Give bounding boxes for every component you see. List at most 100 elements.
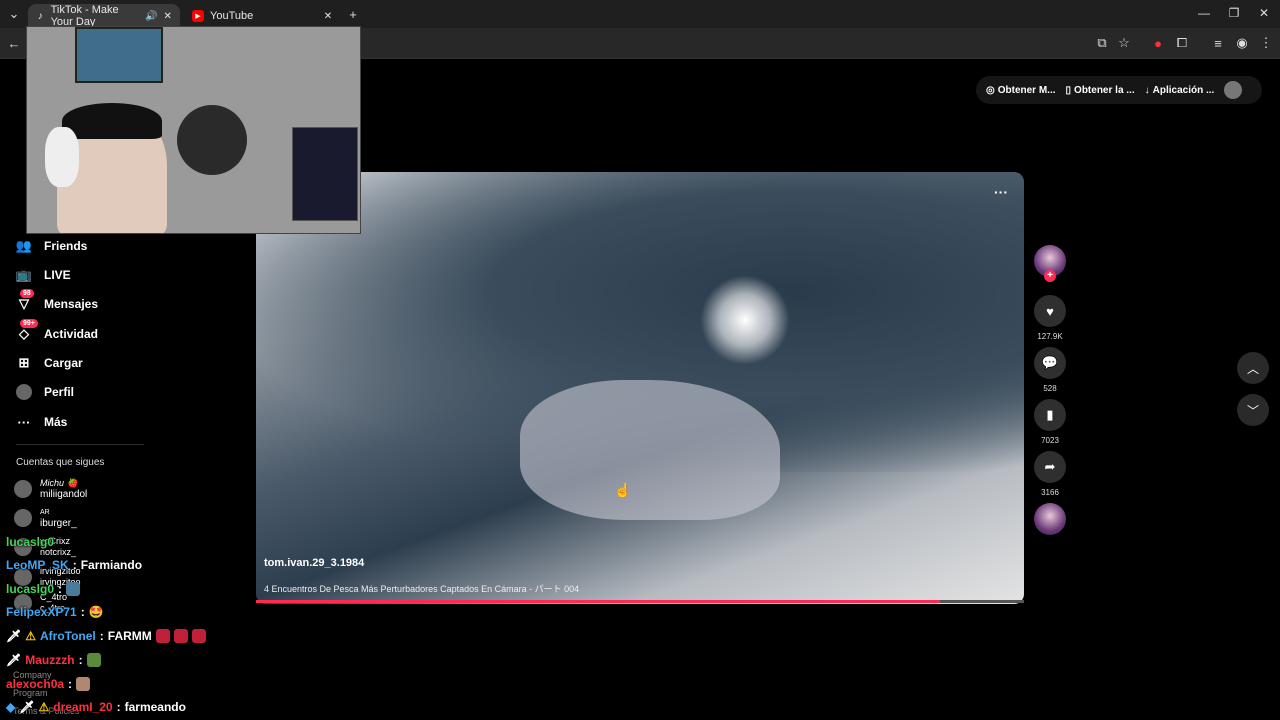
desktop-app-label: Aplicación ... (1152, 84, 1215, 96)
chat-separator: : (72, 558, 77, 572)
sidebar-item-activity[interactable]: ◇ 99+ Actividad (16, 319, 99, 344)
account-display-name: AR (40, 509, 50, 516)
tab-search-chevron-icon[interactable]: ⌄ (6, 6, 22, 22)
close-window-button[interactable]: ✕ (1256, 6, 1272, 20)
chat-separator: : (116, 700, 121, 714)
more-icon: ··· (17, 414, 31, 430)
comment-button[interactable]: 💬 (1034, 347, 1066, 379)
close-tab-icon[interactable]: ✕ (163, 10, 172, 22)
chat-separator: : (58, 582, 63, 596)
upload-icon: ⊞ (18, 355, 30, 370)
chat-username: FelipexXP71 (6, 605, 77, 619)
account-handle: miliigandol (40, 489, 88, 500)
chat-emote-icon (86, 653, 101, 667)
video-more-options-icon[interactable]: ··· (994, 184, 1008, 200)
profile-avatar-icon[interactable]: ◉ (1234, 35, 1250, 51)
profile-icon (16, 384, 32, 400)
comment-count: 528 (1043, 384, 1057, 393)
webcam-pc-case (292, 127, 358, 221)
browser-menu-icon[interactable]: ⋮ (1258, 35, 1274, 51)
messages-badge: 98 (20, 289, 34, 298)
following-account[interactable]: AR iburger_ (14, 507, 77, 529)
webcam-fan (177, 105, 247, 175)
chat-username: LeoMP_SK (6, 558, 69, 572)
follow-plus-icon[interactable]: + (1044, 270, 1056, 282)
account-display-name: Michu 🍓 (40, 478, 78, 488)
comment-icon: 💬 (1041, 355, 1059, 370)
share-count: 3166 (1041, 488, 1059, 497)
install-app-icon[interactable]: ⧉ (1094, 35, 1110, 51)
chat-emote-icon (76, 677, 91, 691)
sidebar-item-label: Perfil (44, 385, 75, 399)
close-tab-icon[interactable]: ✕ (322, 10, 334, 22)
audio-playing-icon[interactable]: 🔊 (145, 10, 157, 22)
chat-username: lucaslg0 (6, 582, 55, 596)
chat-username: dreamI_20 (53, 700, 113, 714)
sidebar-divider (16, 444, 144, 445)
chat-message: LeoMP_SK : Farmiando (6, 558, 142, 572)
sidebar-item-profile[interactable]: Perfil (16, 382, 74, 402)
save-count: 7023 (1041, 436, 1059, 445)
chat-text: farmeando (124, 700, 186, 714)
sound-avatar[interactable] (1034, 503, 1066, 535)
new-tab-icon[interactable]: + (345, 6, 361, 22)
sidebar-item-live[interactable]: 📺 LIVE (16, 265, 71, 285)
chat-text: Farmiando (80, 558, 143, 572)
maximize-button[interactable]: ❐ (1226, 6, 1242, 20)
get-coins-button[interactable]: ◎ Obtener M... (986, 85, 1056, 96)
top-actions-pill: ◎ Obtener M... ▯ Obtener la ... ↓ Aplica… (976, 76, 1262, 104)
desktop-app-button[interactable]: ↓ Aplicación ... (1145, 85, 1215, 96)
user-avatar[interactable] (1224, 81, 1243, 99)
chevron-up-icon: ︿ (1246, 361, 1259, 376)
sidebar-item-upload[interactable]: ⊞ Cargar (16, 353, 83, 373)
tab-youtube[interactable]: ▶ YouTube ✕ (184, 4, 342, 28)
previous-video-button[interactable]: ︿ (1237, 352, 1269, 384)
sword-badge-icon: 🗡 (6, 653, 22, 667)
webcam-tv (75, 27, 163, 83)
bookmark-icon: ▮ (1046, 407, 1054, 422)
like-button[interactable]: ♥ (1034, 295, 1066, 327)
media-controls-icon[interactable]: ≡ (1210, 35, 1226, 51)
extensions-puzzle-icon[interactable]: ⧠ (1174, 35, 1190, 51)
live-icon: 📺 (15, 267, 33, 282)
avatar-image (1224, 81, 1243, 99)
video-progress-fill (256, 600, 940, 603)
following-account[interactable]: Michu 🍓 miliigandol (14, 478, 87, 500)
chat-emote-icon (191, 629, 206, 643)
sidebar-item-more[interactable]: ··· Más (16, 412, 68, 432)
gem-badge-icon: ◆ (6, 700, 16, 714)
share-button[interactable]: ➦ (1034, 451, 1066, 483)
messages-icon: ▽ 98 (16, 289, 34, 312)
chat-username: alexoch0a (6, 677, 65, 691)
sidebar-item-label: Más (44, 415, 68, 429)
video-frame-figure (520, 380, 780, 520)
get-coins-label: Obtener M... (997, 84, 1056, 96)
following-section-title: Cuentas que sigues (16, 457, 105, 468)
chat-separator: : (99, 629, 104, 643)
avatar (14, 480, 32, 498)
video-author[interactable]: tom.ivan.29_3.1984 (264, 557, 364, 569)
sidebar-item-label: Mensajes (44, 297, 99, 311)
sidebar-item-friends[interactable]: 👥 Friends (16, 236, 87, 256)
minimize-button[interactable]: — (1196, 6, 1212, 20)
bookmark-star-icon[interactable]: ☆ (1116, 35, 1132, 51)
next-video-button[interactable]: ﹀ (1237, 394, 1269, 426)
back-icon[interactable]: ← (6, 35, 22, 51)
chat-emote-icon: 🤩 (88, 605, 104, 619)
chat-message: ◆ 🗡 ⚠ dreamI_20 : farmeando (6, 700, 186, 714)
activity-badge: 99+ (20, 319, 38, 328)
sword-badge-icon: 🗡 (19, 700, 35, 714)
get-app-button[interactable]: ▯ Obtener la ... (1066, 85, 1135, 96)
sidebar-item-label: Cargar (44, 356, 83, 370)
like-count: 127.9K (1037, 332, 1063, 341)
chat-emote-icon (155, 629, 170, 643)
sidebar-item-messages[interactable]: ▽ 98 Mensajes (16, 289, 99, 314)
video-description: 4 Encuentros De Pesca Más Perturbadores … (264, 584, 580, 594)
chat-username: Mauzzzh (25, 653, 75, 667)
extension-red-icon[interactable]: ● (1150, 35, 1166, 51)
tiktok-favicon-icon: ♪ (37, 10, 43, 22)
tab-tiktok[interactable]: ♪ TikTok - Make Your Day 🔊 ✕ (28, 4, 180, 28)
sidebar-item-label: Actividad (44, 327, 99, 341)
sidebar-item-label: Friends (44, 239, 88, 253)
save-button[interactable]: ▮ (1034, 399, 1066, 431)
